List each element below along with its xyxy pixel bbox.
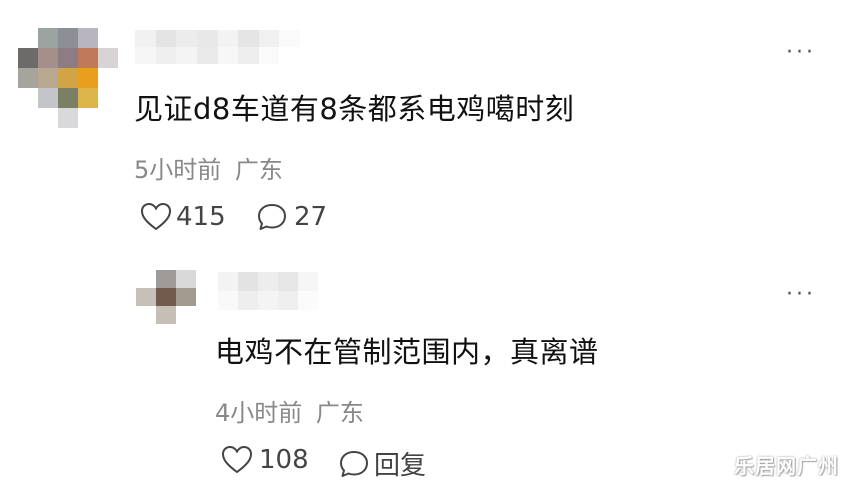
comment-text: 电鸡不在管制范围内，真离谱 xyxy=(215,335,599,369)
comment-meta: 4小时前 广东 xyxy=(215,393,364,428)
like-count: 108 xyxy=(259,445,309,475)
more-dots-icon[interactable]: ··· xyxy=(786,284,816,306)
speech-bubble-icon xyxy=(256,202,288,232)
like-button[interactable]: 108 xyxy=(221,445,309,475)
like-count: 415 xyxy=(176,202,226,232)
reply-button[interactable]: 回复 xyxy=(338,445,426,482)
comment-meta: 5小时前 广东 xyxy=(134,150,283,185)
comment-location: 广东 xyxy=(315,399,364,427)
comment-time: 5小时前 xyxy=(134,156,222,184)
like-button[interactable]: 415 xyxy=(140,202,226,232)
more-dots-icon[interactable]: ··· xyxy=(786,42,816,64)
heart-icon xyxy=(140,202,172,232)
avatar[interactable] xyxy=(136,270,196,324)
reply-label: 回复 xyxy=(374,451,427,481)
comment-time: 4小时前 xyxy=(215,399,303,427)
speech-bubble-icon xyxy=(338,449,370,479)
reply-count: 27 xyxy=(294,202,328,232)
replies-button[interactable]: 27 xyxy=(256,202,327,232)
watermark: 乐居网广州 xyxy=(734,454,839,478)
comment-location: 广东 xyxy=(234,156,283,184)
username[interactable] xyxy=(135,30,300,64)
comment-text: 见证d8车道有8条都系电鸡噶时刻 xyxy=(134,92,575,126)
avatar[interactable] xyxy=(18,28,118,128)
heart-icon xyxy=(221,445,253,475)
username[interactable] xyxy=(218,272,318,310)
